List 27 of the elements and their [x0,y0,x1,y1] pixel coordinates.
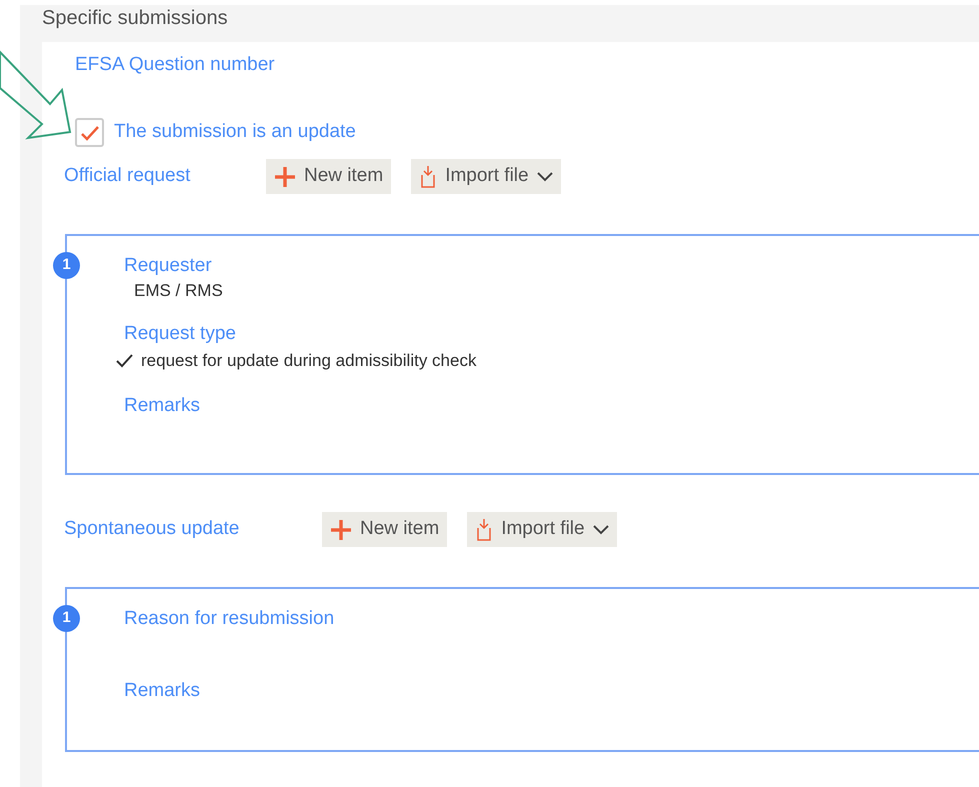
plus-icon [330,518,352,540]
checkbox-label: The submission is an update [114,120,356,144]
import-icon [475,518,494,542]
field-label: Remarks [124,679,200,703]
new-item-button[interactable]: New item [322,512,448,547]
plus-icon [274,166,296,188]
field-label: EFSA Question number [74,55,275,75]
import-file-button[interactable]: Import file [467,512,617,547]
chevron-down-icon [536,172,553,182]
item-number-badge: 1 [53,252,80,279]
check-icon [116,354,133,368]
section-label: Spontaneous update [64,517,240,542]
field-label: Request type [124,322,236,346]
import-file-button[interactable]: Import file [411,159,561,194]
new-item-button[interactable]: New item [266,159,392,194]
field-label: Requester [124,254,212,278]
update-checkbox[interactable] [75,118,104,147]
panel-title: Specific submissions [41,6,229,31]
checkmark-icon [80,124,100,140]
chevron-down-icon [592,524,609,534]
field-value: EMS / RMS [134,280,223,302]
field-label: Remarks [124,394,200,418]
import-icon [419,164,438,188]
field-value: request for update during admissibility check [141,350,476,372]
item-number-badge: 1 [53,605,80,632]
field-label: Reason for resubmission [124,607,334,631]
section-label: Official request [64,164,192,188]
